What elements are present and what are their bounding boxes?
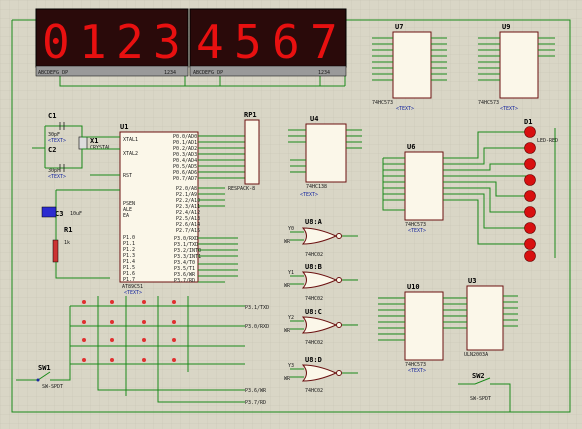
svg-text:C2: C2 [48, 146, 56, 154]
svg-text:WR: WR [284, 328, 291, 334]
svg-text:U10: U10 [407, 283, 420, 291]
svg-text:P3.6/WR: P3.6/WR [245, 388, 267, 394]
svg-text:U7: U7 [395, 23, 403, 31]
svg-text:R1: R1 [64, 226, 72, 234]
svg-text:Y2: Y2 [288, 315, 294, 321]
svg-text:Y1: Y1 [288, 270, 294, 276]
svg-text:XTAL1: XTAL1 [123, 137, 138, 143]
svg-text:XTAL2: XTAL2 [123, 151, 138, 157]
svg-text:CRYSTAL: CRYSTAL [90, 145, 111, 151]
seven-seg-display-left: 0 1 2 3 ABCDEFG DP 1234 [35, 8, 189, 77]
schematic-canvas: 0 1 2 3 ABCDEFG DP 1234 4 5 6 7 ABCDEFG … [0, 0, 582, 429]
svg-text:RST: RST [123, 173, 132, 179]
svg-text:Y3: Y3 [288, 363, 294, 369]
svg-text:X1: X1 [90, 137, 98, 145]
svg-text:ULN2003A: ULN2003A [464, 352, 488, 358]
svg-text:U4: U4 [310, 115, 318, 123]
com-label-right: 1234 [318, 70, 330, 76]
svg-text:74HC02: 74HC02 [305, 388, 323, 394]
digit-7: 7 [310, 15, 338, 69]
svg-text:EA: EA [123, 213, 129, 219]
svg-text:P0.7/AD7: P0.7/AD7 [173, 176, 197, 182]
svg-text:1k: 1k [64, 240, 70, 246]
svg-text:<TEXT>: <TEXT> [408, 368, 426, 374]
svg-text:<TEXT>: <TEXT> [48, 174, 66, 180]
svg-text:D1: D1 [524, 118, 532, 126]
svg-text:SW-SPDT: SW-SPDT [470, 396, 491, 402]
chip-u1[interactable]: U1 AT89C51 XTAL1 XTAL2 RST PSEN ALE EA P… [119, 123, 201, 290]
svg-text:<TEXT>: <TEXT> [124, 290, 142, 296]
svg-text:U6: U6 [407, 143, 415, 151]
svg-text:10uF: 10uF [70, 211, 82, 217]
svg-text:WR: WR [284, 283, 291, 289]
digit-3: 3 [153, 15, 181, 69]
svg-text:<TEXT>: <TEXT> [300, 192, 318, 198]
svg-text:WR: WR [284, 376, 291, 382]
chip-u4[interactable]: U4 74HC138 [305, 115, 347, 190]
digit-6: 6 [272, 15, 300, 69]
seg-label-right: ABCDEFG DP [193, 70, 223, 76]
svg-text:74HC573: 74HC573 [372, 100, 393, 106]
svg-text:U8:D: U8:D [305, 356, 322, 364]
svg-text:74HC02: 74HC02 [305, 340, 323, 346]
svg-text:SW1: SW1 [38, 364, 51, 372]
svg-text:P1.7: P1.7 [123, 277, 135, 283]
digit-2: 2 [116, 15, 144, 69]
svg-text:RESPACK-8: RESPACK-8 [228, 186, 255, 192]
chip-u3[interactable]: U3 ULN2003A [464, 277, 504, 358]
svg-text:74HC02: 74HC02 [305, 296, 323, 302]
svg-text:U1: U1 [120, 123, 128, 131]
digit-1: 1 [79, 15, 107, 69]
digit-4: 4 [196, 15, 224, 69]
svg-text:74HC138: 74HC138 [306, 184, 327, 190]
svg-text:P3.7/RD: P3.7/RD [174, 278, 195, 284]
svg-text:C1: C1 [48, 112, 56, 120]
svg-text:SW-SPDT: SW-SPDT [42, 384, 63, 390]
svg-text:<TEXT>: <TEXT> [48, 138, 66, 144]
svg-text:P3.7/RD: P3.7/RD [245, 400, 266, 406]
svg-text:P2.7/A15: P2.7/A15 [176, 228, 200, 234]
svg-text:<TEXT>: <TEXT> [396, 106, 414, 112]
svg-text:<TEXT>: <TEXT> [500, 106, 518, 112]
svg-text:U8:B: U8:B [305, 263, 322, 271]
digit-0: 0 [42, 15, 70, 69]
svg-text:SW2: SW2 [472, 372, 485, 380]
svg-text:U3: U3 [468, 277, 476, 285]
chip-u10[interactable]: U10 74HC573 [404, 283, 444, 368]
seven-seg-display-right: 4 5 6 7 ABCDEFG DP 1234 [189, 8, 347, 77]
seg-label-left: ABCDEFG DP [38, 70, 68, 76]
svg-text:U9: U9 [502, 23, 510, 31]
svg-text:74HC573: 74HC573 [478, 100, 499, 106]
svg-text:P3.1/TXD: P3.1/TXD [245, 305, 269, 311]
com-label-left: 1234 [164, 70, 176, 76]
svg-text:Y0: Y0 [288, 226, 294, 232]
svg-text:74HC02: 74HC02 [305, 252, 323, 258]
svg-text:U8:C: U8:C [305, 308, 322, 316]
svg-text:RP1: RP1 [244, 111, 257, 119]
digit-5: 5 [234, 15, 262, 69]
svg-text:P3.0/RXD: P3.0/RXD [245, 324, 269, 330]
svg-text:WR: WR [284, 239, 291, 245]
svg-text:U8:A: U8:A [305, 218, 323, 226]
svg-text:<TEXT>: <TEXT> [408, 228, 426, 234]
chip-u6[interactable]: U6 74HC573 [404, 143, 444, 228]
